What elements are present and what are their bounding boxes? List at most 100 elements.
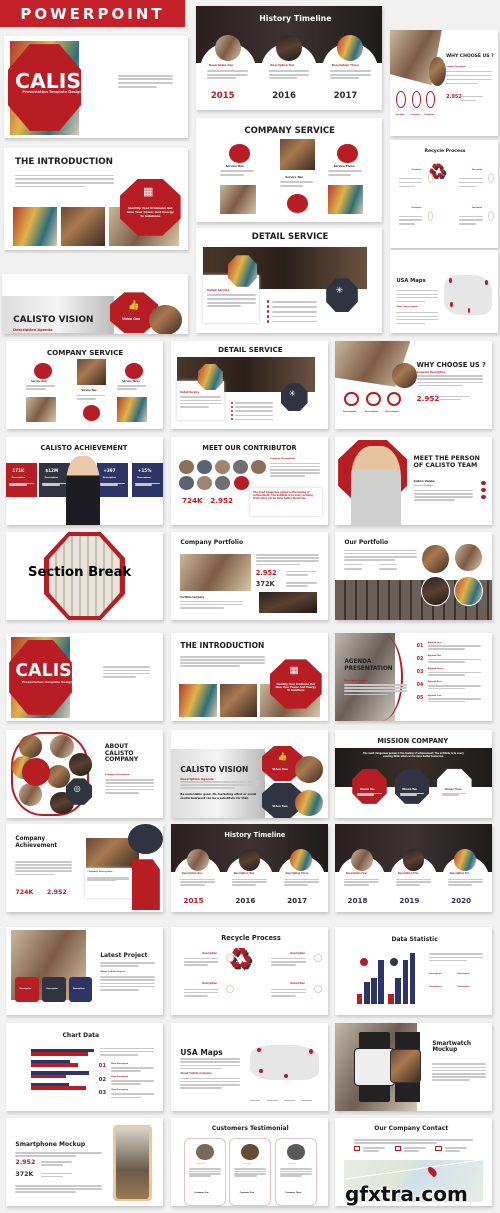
label: Description	[19, 988, 32, 991]
slide-thumbnail-calisto-achievement[interactable]: CALISTO ACHIEVEMENT 171K Description $12M De…	[6, 437, 163, 525]
text-line	[232, 883, 257, 886]
slide-thumbnail-company-portfolio[interactable]: Company Portfolio Portfolio Company 2.952 3…	[171, 532, 328, 620]
title: History Timeline	[259, 14, 332, 24]
stat: $12M	[45, 468, 59, 474]
text-line	[363, 1150, 379, 1152]
photo	[180, 554, 252, 591]
title: THE INTRODUCTION	[180, 640, 265, 650]
slide-thumbnail-detail-service[interactable]: DETAIL SERVICE Detail Service ✳	[171, 341, 328, 429]
phone-screen	[115, 1126, 149, 1199]
label: Detail Service	[180, 391, 200, 395]
chart-number: 01	[98, 1063, 107, 1070]
slide-thumbnail-about-calisto-company[interactable]: ◎ ABOUT CALISTO COMPANY Company Descriptio…	[6, 730, 163, 818]
slide-thumbnail-calisto[interactable]: CALISTO Presentation Template Design	[6, 633, 163, 721]
agenda-label: Agenda Five	[427, 694, 442, 697]
slide-thumbnail-the-introduction[interactable]: THE INTRODUCTION ▦ Identify Your Problems …	[4, 148, 188, 250]
social-icon[interactable]	[481, 488, 486, 493]
text-line	[396, 312, 438, 314]
slide-thumbnail-why-choose-us-[interactable]: WHY CHOOSE US ? Company Description 2.952 D…	[335, 341, 492, 429]
person-photo	[65, 456, 101, 525]
slide-thumbnail-section-break[interactable]: Section Break	[6, 532, 163, 620]
slide-thumbnail-detail-service[interactable]: DETAIL SERVICE Detail Service ✳	[196, 228, 382, 333]
slide-canvas: CALISTO VISIONDescription AgendaBe unden…	[2, 274, 188, 334]
text-line	[15, 174, 115, 177]
slide-thumbnail-our-portfolio[interactable]: Our Portfolio	[335, 532, 492, 620]
quote-box: The most dangerous poison is the feeling…	[249, 488, 322, 517]
slide-thumbnail-recycle-process[interactable]: Recycle Process ♻ Description Description De…	[390, 140, 498, 248]
title: WHY CHOOSE US ?	[416, 361, 486, 370]
agenda-number: 01	[416, 643, 424, 649]
subtitle: About Calisto Project	[100, 971, 125, 973]
slide-thumbnail-mission-company[interactable]: MISSION COMPANY The most dangerous poison…	[335, 730, 492, 818]
social-icon[interactable]	[481, 495, 486, 500]
subtitle: Presentation Template Design	[22, 90, 82, 95]
text-line	[100, 1047, 154, 1050]
ring-label: Description	[395, 114, 405, 116]
text-line	[357, 793, 375, 796]
slide-thumbnail-calisto-vision[interactable]: CALISTO VISIONDescription AgendaBe unden…	[2, 274, 188, 334]
title: Our Company Contact	[374, 1125, 449, 1133]
photo-circle	[290, 848, 313, 871]
slide-thumbnail-the-introduction[interactable]: THE INTRODUCTION ▦ Identify Your Problems …	[171, 633, 328, 721]
bar	[409, 953, 416, 1005]
slide-thumbnail-company-service[interactable]: COMPANY SERVICE Service One Service Two Ser…	[196, 118, 382, 222]
slide-thumbnail-calisto-vision[interactable]: CALISTO VISIONDescription AgendaBe unden…	[171, 730, 328, 818]
text-line	[100, 483, 118, 486]
slide-thumbnail-usa-maps[interactable]: USA Maps About Calisto Company	[171, 1023, 328, 1111]
slide-thumbnail-why-choose-us-[interactable]: WHY CHOOSE US ? Company Description 2.952 D…	[390, 30, 498, 136]
slide-thumbnail-calisto[interactable]: CALISTO Presentation Template Design	[4, 36, 188, 138]
testimonial-card: ★★★★★ Customer One	[183, 1138, 226, 1206]
slide-thumbnail-smartphone-mockup[interactable]: Smartphone Mockup 2.952 372K	[6, 1118, 163, 1206]
text-line	[446, 75, 492, 77]
mission-label: Mission One	[359, 788, 375, 792]
text-line	[180, 1083, 241, 1086]
slide-canvas: COMPANY SERVICE Service One Service Two Ser…	[196, 118, 382, 222]
text-line	[15, 1152, 102, 1154]
add-contributor-icon[interactable]	[233, 475, 249, 490]
text-line	[15, 178, 115, 181]
agenda-number: 04	[416, 683, 424, 689]
legend-item	[266, 1099, 278, 1101]
slide-thumbnail-meet-our-contributor[interactable]: MEET OUR CONTRIBUTOR 724K 2.952 Company Des…	[171, 437, 328, 525]
text-line	[398, 223, 416, 225]
slide-thumbnail-company-service[interactable]: COMPANY SERVICE Service One Service Two Ser…	[6, 341, 163, 429]
slide-thumbnail-recycle-process[interactable]: Recycle Process ♻ Description Description De…	[171, 927, 328, 1015]
slide-canvas: CALISTO Presentation Template Design	[4, 36, 188, 138]
mission-octagon: Mission Two	[394, 768, 430, 804]
progress-ring	[411, 91, 422, 109]
year: 2015	[183, 896, 204, 906]
title: Recycle Process	[221, 934, 281, 943]
slide-canvas: THE INTRODUCTION ▦ Identify Your Problems …	[4, 148, 188, 250]
text-line	[344, 881, 379, 883]
text-line	[271, 994, 296, 997]
text-line	[427, 647, 465, 650]
label: Description	[73, 988, 85, 991]
slide-thumbnail-usa-maps[interactable]: USA Maps About Calisto Company	[390, 250, 498, 333]
slide-thumbnail-chart-data[interactable]: Chart Data 01 Data Description 02 Data Descr…	[6, 1023, 163, 1111]
bullet	[230, 405, 233, 408]
text-line	[180, 600, 244, 603]
project-card: Description	[15, 977, 39, 1002]
slide-thumbnail-timeline[interactable]: Description Four 2018 Description Five 2019…	[335, 824, 492, 912]
description-label: Description Four	[345, 872, 368, 876]
text-line	[15, 181, 115, 184]
text-line	[329, 73, 371, 76]
year: 2016	[235, 896, 256, 906]
slide-canvas: Recycle Process ♻ Description Description De…	[390, 140, 498, 248]
slide-thumbnail-company-achievement[interactable]: Company Achievement 724K 2.952 Company Desc…	[6, 824, 163, 912]
text-line	[103, 666, 151, 669]
slide-thumbnail-data-statistic[interactable]: Data Statistic Description Description Desc…	[335, 927, 492, 1015]
slide-thumbnail-agenda-presentation[interactable]: AGENDA PRESENTATION Description Agenda 01 A…	[335, 633, 492, 721]
slide-thumbnail-history-timeline[interactable]: History Timeline Description One 2015 Descr…	[171, 824, 328, 912]
year: 2019	[399, 896, 420, 906]
slide-thumbnail-meet-the-person-of-calisto-team[interactable]: MEET THE PERSON OF CALISTO TEAM Anton Van…	[335, 437, 492, 525]
slide-thumbnail-history-timeline[interactable]: History Timeline Description One 2015 Descr…	[196, 6, 382, 110]
title: Customers Testimonial	[211, 1125, 289, 1133]
slide-thumbnail-customers-testimonial[interactable]: Customers Testimonial ★★★★★ Customer One ★★…	[171, 1118, 328, 1206]
social-icon[interactable]	[481, 481, 486, 486]
contributor-avatar	[233, 459, 248, 474]
slide-thumbnail-smartwatch-mockup[interactable]: Smartwatch Mockup	[335, 1023, 492, 1111]
slide-canvas: History Timeline Description One 2015 Descr…	[171, 824, 328, 912]
slide-thumbnail-latest-project[interactable]: Description Description Description Latest …	[6, 927, 163, 1015]
text-line	[459, 219, 483, 221]
